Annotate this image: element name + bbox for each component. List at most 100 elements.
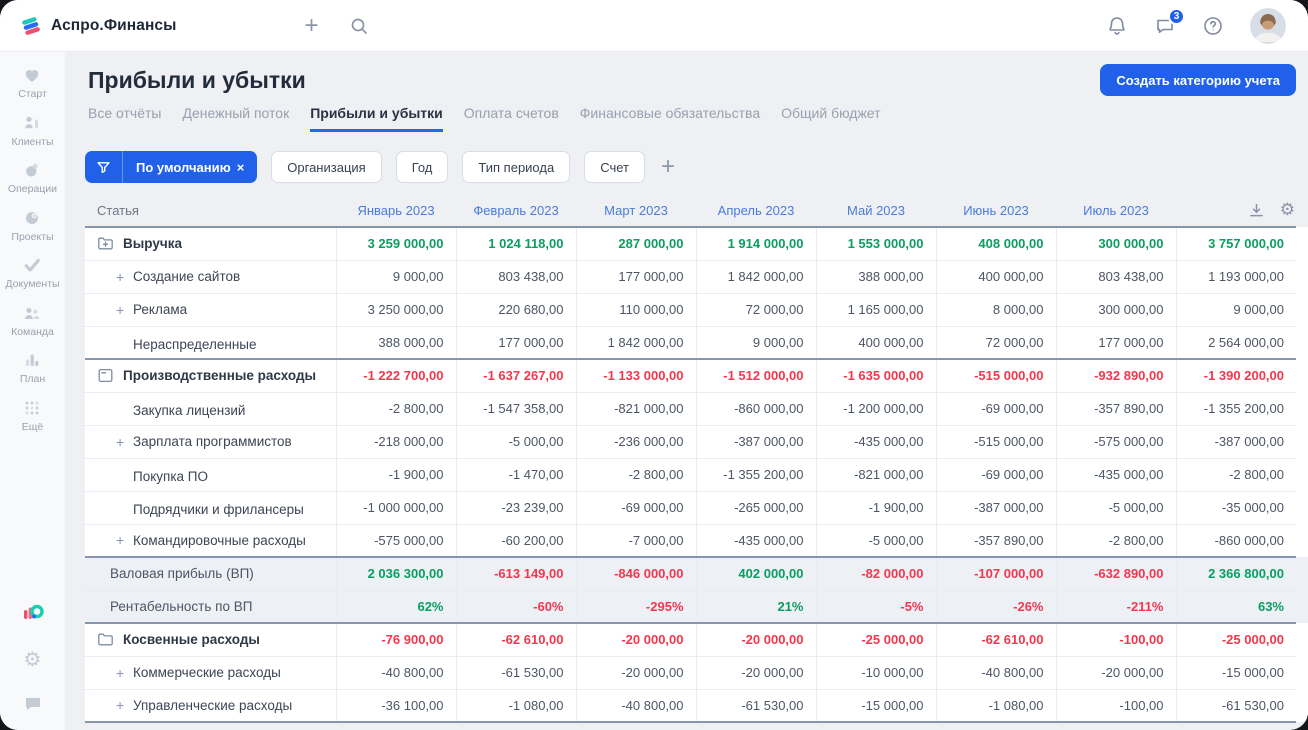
value-cell: 1 914 000,00: [695, 227, 816, 261]
sidebar-item-operations[interactable]: Операции: [8, 160, 57, 195]
row-label-cell: Выручка: [85, 227, 336, 261]
column-header-month[interactable]: Январь 2023: [336, 195, 456, 228]
value-cell: -40 800,00: [575, 689, 696, 723]
sidebar-item-more[interactable]: Ещё: [22, 398, 43, 433]
tab-all-reports[interactable]: Все отчёты: [88, 105, 161, 132]
funnel-icon: [85, 151, 123, 183]
filter-chip-organization[interactable]: Организация: [271, 151, 382, 183]
filter-chip-year[interactable]: Год: [395, 151, 449, 183]
column-header-month[interactable]: Март 2023: [576, 195, 696, 228]
table-row-travel-expenses[interactable]: + Командировочные расходы -575 000,00 -60 2…: [85, 524, 1308, 557]
table-row-software-purchase[interactable]: Покупка ПО -1 900,00 -1 470,00 -2 800,00 -1 …: [85, 458, 1308, 492]
applied-filter-chip[interactable]: По умолчанию ×: [85, 151, 258, 183]
create-plus-icon[interactable]: +: [304, 13, 318, 37]
tabs: Все отчёты Денежный поток Прибыли и убытки…: [88, 105, 1284, 132]
column-header-month[interactable]: Июнь 2023: [936, 195, 1056, 228]
value-cell: 9 000,00: [695, 326, 816, 359]
add-filter-icon[interactable]: +: [661, 155, 675, 179]
column-header-month[interactable]: Июль 2023: [1056, 195, 1176, 228]
filler-cell: [1296, 491, 1308, 524]
value-cell: -632 890,00: [1055, 556, 1176, 591]
settings-icon[interactable]: ⚙: [24, 649, 42, 669]
value-cell: -1 637 267,00: [455, 358, 576, 393]
table-row-gross-margin[interactable]: Рентабельность по ВП 62% -60% -295% 21% -5% -2…: [85, 590, 1308, 623]
expand-plus-icon[interactable]: +: [116, 697, 133, 713]
value-cell: 400 000,00: [815, 326, 936, 359]
column-header-month[interactable]: Май 2023: [816, 195, 936, 228]
column-header-month[interactable]: Февраль 2023: [456, 195, 576, 228]
expand-plus-icon[interactable]: +: [116, 269, 133, 285]
expand-plus-icon[interactable]: +: [116, 434, 133, 450]
create-category-button[interactable]: Создать категорию учета: [1100, 64, 1296, 96]
expand-plus-icon[interactable]: +: [116, 665, 133, 681]
value-cell: -15 000,00: [1175, 656, 1296, 690]
row-label: Командировочные расходы: [133, 532, 306, 548]
sidebar-item-projects[interactable]: Проекты: [11, 208, 54, 243]
sidebar-item-team[interactable]: Команда: [11, 303, 54, 338]
app-logo[interactable]: Аспро.Финансы: [20, 15, 176, 37]
value-cell: -2 800,00: [1055, 524, 1176, 557]
table-row-revenue[interactable]: Выручка 3 259 000,00 1 024 118,00 287 000,0…: [85, 227, 1308, 261]
value-cell: -295%: [575, 590, 696, 623]
table-row-management-expenses[interactable]: + Управленческие расходы -36 100,00 -1 080,…: [85, 689, 1308, 723]
value-cell: -69 000,00: [935, 392, 1056, 426]
table-row-site-creation[interactable]: + Создание сайтов 9 000,00 803 438,00 177 00…: [85, 260, 1308, 294]
filler-cell: [1296, 227, 1308, 260]
value-cell: 388 000,00: [335, 326, 456, 359]
tab-invoices[interactable]: Оплата счетов: [464, 105, 559, 132]
table-row-indirect-expenses[interactable]: Косвенные расходы -76 900,00 -62 610,00 -20…: [85, 622, 1308, 657]
tab-cash-flow[interactable]: Денежный поток: [182, 105, 289, 132]
team-icon: [22, 303, 42, 323]
filler-cell: [1296, 359, 1308, 392]
download-icon[interactable]: [1248, 202, 1265, 219]
expand-plus-icon[interactable]: +: [116, 302, 133, 318]
table-row-contractors-freelancers[interactable]: Подрядчики и фрилансеры -1 000 000,00 -23 …: [85, 491, 1308, 525]
folder-icon[interactable]: [97, 631, 114, 648]
expand-plus-icon[interactable]: +: [116, 532, 133, 548]
filter-chip-period-type[interactable]: Тип периода: [462, 151, 571, 183]
tab-pnl[interactable]: Прибыли и убытки: [310, 105, 443, 132]
sidebar-app-logo-icon[interactable]: [21, 601, 45, 625]
value-cell: 2 564 000,00: [1175, 326, 1296, 359]
support-chat-icon[interactable]: [23, 694, 43, 714]
column-header-month[interactable]: Апрель 2023: [696, 195, 816, 228]
table-row-gross-profit[interactable]: Валовая прибыль (ВП) 2 036 300,00 -613 149…: [85, 556, 1308, 591]
value-cell: 400 000,00: [935, 260, 1056, 294]
avatar[interactable]: [1250, 7, 1286, 44]
projects-icon: [22, 208, 42, 228]
table-row-unallocated[interactable]: Нераспределенные 388 000,00 177 000,00 1 84…: [85, 326, 1308, 359]
table-row-production-expenses[interactable]: Производственные расходы -1 222 700,00 -1 …: [85, 358, 1308, 393]
row-label-flex: Производственные расходы: [97, 367, 336, 384]
table-row-programmer-salary[interactable]: + Зарплата программистов -218 000,00 -5 000…: [85, 425, 1308, 459]
tab-budget[interactable]: Общий бюджет: [781, 105, 880, 132]
table-row-commercial-expenses[interactable]: + Коммерческие расходы -40 800,00 -61 530,0…: [85, 656, 1308, 690]
value-cell: -1 390 200,00: [1175, 358, 1296, 393]
row-label-cell: Косвенные расходы: [85, 622, 336, 657]
table-row-advertising[interactable]: + Реклама 3 250 000,00 220 680,00 110 000,00…: [85, 293, 1308, 327]
value-cell: -100,00: [1055, 689, 1176, 723]
value-cell: 1 842 000,00: [575, 326, 696, 359]
note-minus-icon[interactable]: [97, 367, 114, 384]
table-body: Выручка 3 259 000,00 1 024 118,00 287 000,0…: [85, 227, 1308, 723]
filler-cell: [1296, 656, 1308, 689]
value-cell: -1 512 000,00: [695, 358, 816, 393]
search-icon[interactable]: [349, 16, 369, 36]
folder-plus-icon[interactable]: [97, 235, 114, 252]
help-icon[interactable]: [1202, 15, 1224, 37]
bell-icon[interactable]: [1106, 15, 1128, 37]
sidebar-item-start[interactable]: Старт: [18, 65, 47, 100]
value-cell: -435 000,00: [1055, 458, 1176, 492]
table-settings-icon[interactable]: ⚙: [1280, 202, 1295, 219]
messages-icon[interactable]: 3: [1154, 7, 1185, 37]
value-cell: 1 165 000,00: [815, 293, 936, 327]
value-cell: -575 000,00: [1055, 425, 1176, 459]
sidebar-item-clients[interactable]: Клиенты: [11, 113, 54, 148]
sidebar-item-plan[interactable]: План: [20, 350, 45, 385]
applied-filter-label: По умолчанию: [136, 159, 231, 175]
value-cell: -60 200,00: [455, 524, 576, 557]
filter-chip-account[interactable]: Счет: [584, 151, 645, 183]
tab-liabilities[interactable]: Финансовые обязательства: [580, 105, 760, 132]
clear-filter-icon[interactable]: ×: [237, 160, 258, 175]
sidebar-item-documents[interactable]: Документы: [5, 255, 60, 290]
table-row-license-purchase[interactable]: Закупка лицензий -2 800,00 -1 547 358,00 -8…: [85, 392, 1308, 426]
